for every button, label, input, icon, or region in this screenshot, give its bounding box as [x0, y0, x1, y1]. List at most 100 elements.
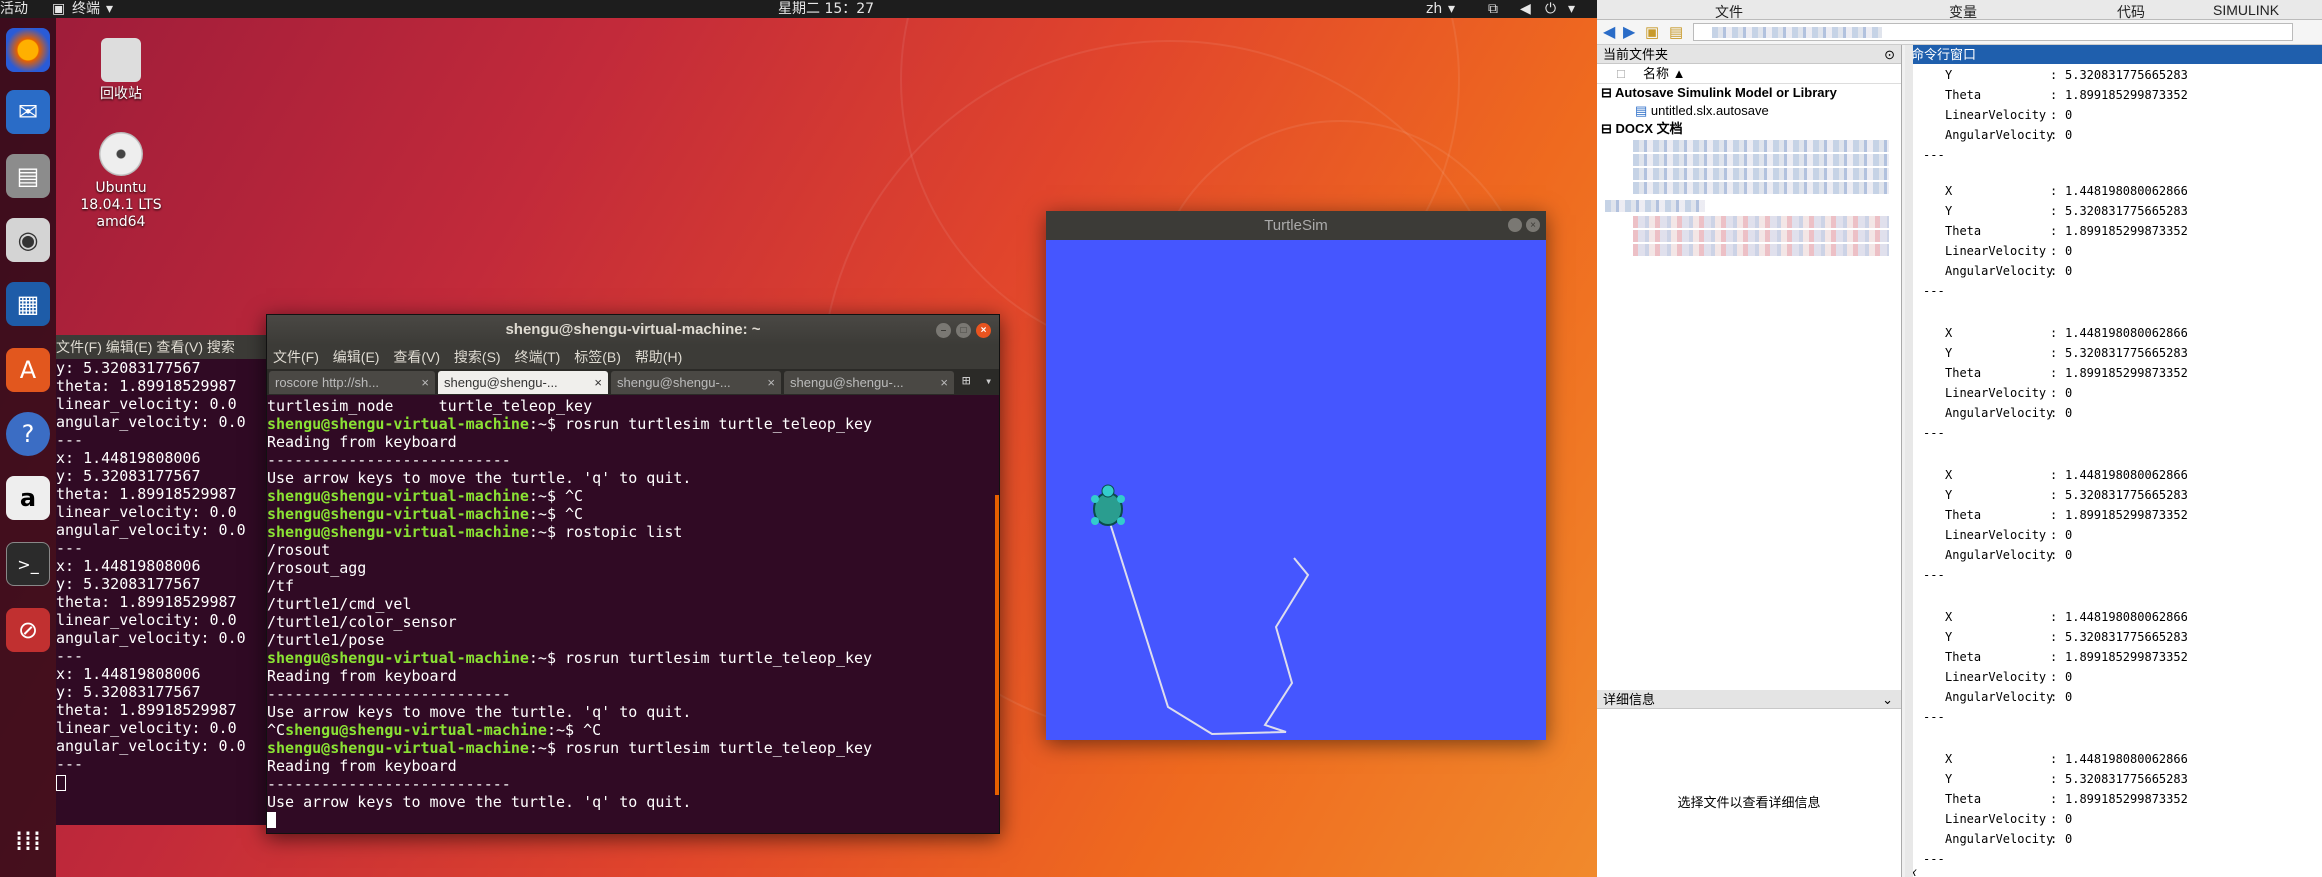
- software-center-icon[interactable]: A: [6, 348, 50, 392]
- thunderbird-icon[interactable]: ✉: [6, 90, 50, 134]
- turtlesim-window[interactable]: TurtleSim ×: [1046, 211, 1546, 740]
- cmd-value: 0: [2065, 528, 2073, 542]
- cmd-value: 5.320831775665283: [2065, 346, 2188, 360]
- close-icon[interactable]: ×: [940, 371, 948, 394]
- file-untitled-autosave[interactable]: ▤ untitled.slx.autosave: [1597, 102, 1901, 120]
- cmd-key: X: [1945, 752, 1953, 766]
- menu-file[interactable]: 文件(F): [273, 349, 319, 365]
- cmd-colon: :: [2050, 690, 2058, 704]
- terminal-back-line: linear_velocity: 0.0: [56, 503, 237, 521]
- network-icon[interactable]: ⧉: [1488, 0, 1498, 18]
- cmd-key: AngularVelocity: [1945, 264, 2054, 278]
- help-icon[interactable]: ?: [6, 412, 50, 456]
- back-icon[interactable]: ◀: [1603, 22, 1615, 42]
- tab-code[interactable]: 代码: [2117, 2, 2145, 22]
- cmd-separator: ---: [1923, 568, 1945, 582]
- show-apps-icon[interactable]: ⁞⁞⁞: [6, 818, 50, 862]
- cmd-colon: :: [2050, 184, 2058, 198]
- cmd-value: 1.448198080062866: [2065, 326, 2188, 340]
- firefox-icon[interactable]: [6, 28, 50, 72]
- blurred-row: [1633, 140, 1889, 152]
- tab-shell-2[interactable]: shengu@shengu-... ×: [611, 371, 781, 394]
- close-icon[interactable]: ×: [421, 371, 429, 394]
- scrollbar[interactable]: [995, 495, 999, 795]
- files-icon[interactable]: ▤: [6, 154, 50, 198]
- tab-roscore[interactable]: roscore http://sh... ×: [269, 371, 435, 394]
- terminal-titlebar[interactable]: shengu@shengu-virtual-machine: ~ – □ ×: [267, 315, 999, 345]
- terminal-text: :~$ ^C: [528, 505, 584, 523]
- current-folder-header: 当前文件夹 ⊙: [1597, 45, 1901, 64]
- path-field[interactable]: [1693, 23, 2293, 41]
- menu-search[interactable]: 搜索(S): [454, 349, 501, 365]
- terminal-window[interactable]: shengu@shengu-virtual-machine: ~ – □ × 文…: [266, 314, 1000, 834]
- maximize-icon[interactable]: □: [956, 323, 971, 338]
- terminal-text: :~$ rostopic list: [528, 523, 683, 541]
- chevron-down-icon[interactable]: ▾: [985, 372, 992, 390]
- language-indicator[interactable]: zh: [1426, 0, 1442, 18]
- group-autosave[interactable]: ⊟ Autosave Simulink Model or Library: [1597, 84, 1901, 102]
- new-tab-icon[interactable]: ⊞: [962, 372, 970, 390]
- menu-edit[interactable]: 编辑(E): [333, 349, 380, 365]
- clock[interactable]: 星期二 15：27: [778, 0, 874, 18]
- menu-help[interactable]: 帮助(H): [635, 349, 682, 365]
- blurred-row: [1633, 154, 1889, 166]
- browse-folder-icon[interactable]: ▤: [1669, 23, 1683, 41]
- close-icon[interactable]: ×: [767, 371, 775, 394]
- terminal-line: ^Cshengu@shengu-virtual-machine:~$ ^C: [267, 721, 999, 739]
- tab-simulink[interactable]: SIMULINK: [2213, 2, 2279, 18]
- tab-active[interactable]: shengu@shengu-... ×: [438, 371, 608, 394]
- terminal-text: Reading from keyboard: [267, 433, 457, 451]
- terminal-prompt: shengu@shengu-virtual-machine: [267, 649, 529, 667]
- menu-view[interactable]: 查看(V): [393, 349, 440, 365]
- terminal-title: shengu@shengu-virtual-machine: ~: [505, 321, 761, 338]
- terminal-prompt: shengu@shengu-virtual-machine: [267, 487, 529, 505]
- cmd-colon: :: [2050, 108, 2058, 122]
- panel-menu-icon[interactable]: ⊙: [1884, 45, 1895, 64]
- cmd-colon: :: [2050, 366, 2058, 380]
- rhythmbox-icon[interactable]: ◉: [6, 218, 50, 262]
- up-folder-icon[interactable]: ▣: [1645, 23, 1659, 41]
- cmd-value: 1.899185299873352: [2065, 650, 2188, 664]
- terminal-back-line: theta: 1.89918529987: [56, 485, 237, 503]
- amazon-icon[interactable]: a: [6, 476, 50, 520]
- matlab-window: 文件 变量 代码 SIMULINK ◀ ▶ ▣ ▤ 当前文件夹 ⊙ □ 名称 ▲…: [1597, 0, 2322, 877]
- cmd-colon: :: [2050, 548, 2058, 562]
- close-icon[interactable]: ×: [594, 371, 602, 394]
- terminal-back-line: y: 5.32083177567: [56, 359, 201, 377]
- terminal-back-line: ---: [56, 431, 84, 449]
- tab-shell-3[interactable]: shengu@shengu-... ×: [784, 371, 954, 394]
- menu-tabs[interactable]: 标签(B): [574, 349, 621, 365]
- turtle-path-svg: [1091, 484, 1310, 736]
- menu-terminal[interactable]: 终端(T): [514, 349, 560, 365]
- name-column-header[interactable]: □ 名称 ▲: [1597, 64, 1901, 84]
- group-docx[interactable]: ⊟ DOCX 文档: [1597, 120, 1901, 138]
- minimize-icon[interactable]: –: [936, 323, 951, 338]
- terminal-window-back[interactable]: 文件(F) 编辑(E) 查看(V) 搜索 y: 5.32083177567 the…: [56, 335, 270, 825]
- forward-icon[interactable]: ▶: [1623, 22, 1635, 42]
- terminal-icon[interactable]: >_: [6, 542, 50, 586]
- cmd-colon: :: [2050, 128, 2058, 142]
- power-icon[interactable]: ⏻: [1545, 0, 1556, 18]
- command-window[interactable]: 命令行窗口 Y:5.320831775665283 Theta:1.8991852…: [1905, 45, 2322, 877]
- cmd-value: 1.899185299873352: [2065, 508, 2188, 522]
- terminal-text: :~$ ^C: [528, 487, 584, 505]
- matlab-icon[interactable]: ⊘: [6, 608, 50, 652]
- turtlesim-canvas[interactable]: [1046, 240, 1546, 740]
- app-menu-icon[interactable]: ▣: [52, 0, 65, 18]
- tab-variable[interactable]: 变量: [1949, 2, 1977, 22]
- activities-button[interactable]: 活动: [0, 0, 28, 18]
- chevron-down-icon[interactable]: ⌄: [1882, 690, 1893, 709]
- close-icon[interactable]: ×: [1526, 218, 1540, 232]
- volume-icon[interactable]: ◀: [1520, 0, 1531, 18]
- dvd-desktop-icon[interactable]: Ubuntu 18.04.1 LTS amd64: [56, 132, 186, 231]
- minimize-icon[interactable]: [1508, 218, 1522, 232]
- trash-desktop-icon[interactable]: 回收站: [56, 38, 186, 103]
- close-icon[interactable]: ×: [976, 323, 991, 338]
- writer-icon[interactable]: ▦: [6, 282, 50, 326]
- turtlesim-titlebar[interactable]: TurtleSim ×: [1046, 211, 1546, 240]
- terminal-back-menubar[interactable]: 文件(F) 编辑(E) 查看(V) 搜索: [56, 335, 270, 359]
- address-bar[interactable]: ◀ ▶ ▣ ▤: [1597, 20, 2322, 45]
- tab-file[interactable]: 文件: [1715, 2, 1743, 22]
- app-menu[interactable]: 终端: [72, 0, 100, 18]
- details-hint: 选择文件以查看详细信息: [1677, 795, 1821, 810]
